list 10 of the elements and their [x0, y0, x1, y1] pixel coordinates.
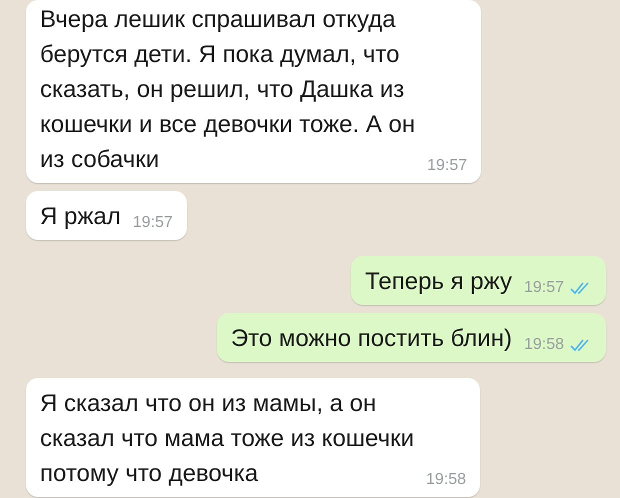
- message-time: 19:58: [524, 336, 564, 354]
- message-time: 19:57: [524, 279, 564, 297]
- message-time: 19:57: [427, 157, 468, 175]
- message-time: 19:58: [426, 471, 466, 489]
- message-text: Я ржал: [40, 202, 121, 232]
- message-time: 19:57: [132, 214, 173, 232]
- message-text: Вчера лешик спрашивал откуда берутся дети. Я пока думал, что сказать, он решил, что Дашка из кошечки и все девочки тоже. А он из собачки: [40, 5, 416, 175]
- message-text: Это можно постить блин): [230, 324, 512, 354]
- message-text: Я сказал что он из мамы, а он сказал что мама тоже из кошечки потому что девочка: [40, 389, 414, 489]
- message-text: Теперь я ржу: [365, 267, 512, 297]
